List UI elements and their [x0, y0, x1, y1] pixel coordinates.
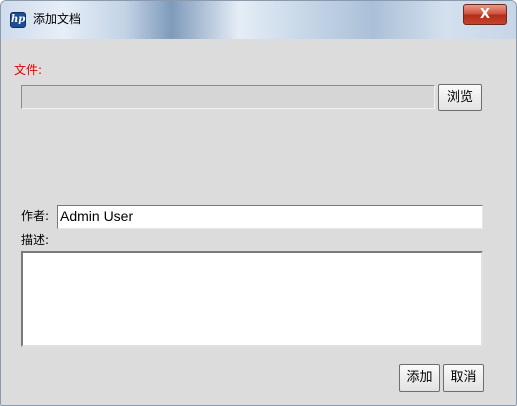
close-button[interactable]: X: [463, 4, 507, 25]
author-input[interactable]: Admin User: [57, 205, 483, 229]
close-icon: X: [479, 7, 491, 22]
cancel-button[interactable]: 取消: [443, 364, 484, 392]
add-document-dialog: hp 添加文档 X 文件: 浏览 作者: Admin User 描述: 添加 取…: [0, 0, 517, 406]
file-label: 文件:: [14, 63, 43, 77]
description-label: 描述:: [21, 233, 50, 247]
author-label: 作者:: [21, 209, 50, 223]
browse-button[interactable]: 浏览: [438, 84, 482, 111]
description-textarea[interactable]: [21, 251, 483, 347]
dialog-body: 文件: 浏览 作者: Admin User 描述: 添加 取消: [10, 39, 508, 405]
hp-logo-icon: hp: [10, 12, 26, 28]
title-bar[interactable]: hp 添加文档 X: [1, 1, 516, 39]
window-title: 添加文档: [33, 12, 82, 26]
add-button[interactable]: 添加: [399, 364, 440, 392]
file-path-field[interactable]: [21, 85, 435, 109]
